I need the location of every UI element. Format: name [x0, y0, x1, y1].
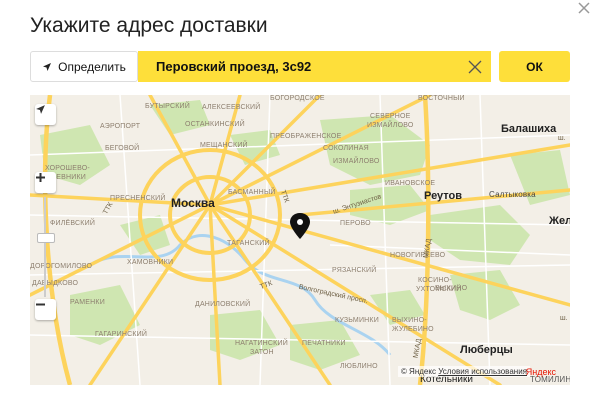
- terms-link[interactable]: Условия использования: [438, 367, 527, 376]
- district-label: НОВОГИРЕЕВО: [390, 252, 446, 259]
- district-label: ТАГАНСКИЙ: [227, 240, 270, 247]
- district-label: ИЗМАЙЛОВО: [367, 122, 414, 129]
- district-label: ХАМОВНИКИ: [127, 259, 174, 266]
- district-label: ДОРОГОМИЛОВО: [30, 263, 93, 270]
- address-input[interactable]: Перовский проезд, 3с92: [138, 51, 491, 82]
- district-label: ИЗМАЙЛОВО: [333, 158, 380, 165]
- district-label: ДАВЫДКОВО: [32, 280, 79, 287]
- road-label-sh: ш.: [560, 315, 568, 322]
- city-label-reutov: Реутов: [424, 190, 463, 202]
- district-label: ЛЮБЛИНО: [340, 363, 378, 370]
- ok-button[interactable]: ОК: [499, 51, 570, 82]
- district-label: Салтыковка: [489, 190, 536, 199]
- zoom-slider-handle[interactable]: [37, 233, 55, 243]
- district-label: БУТЫРСКИЙ: [145, 103, 190, 110]
- district-label: ФИЛЁВСКИЙ: [50, 220, 96, 227]
- district-label: ЖУЛЕБИНО: [392, 326, 434, 333]
- district-label: КУЗЬМИНКИ: [335, 317, 379, 324]
- district-label: РЯЗАНСКИЙ: [332, 267, 377, 274]
- district-label: БЕГОВОЙ: [105, 145, 140, 152]
- district-label: СЕВЕРНОЕ: [370, 113, 411, 120]
- close-x-icon[interactable]: [467, 59, 483, 75]
- geolocate-button[interactable]: [35, 104, 56, 125]
- location-arrow-icon: [43, 62, 52, 71]
- district-label: ПРЕОБРАЖЕНСКОЕ: [270, 133, 342, 140]
- city-label-balashikha: Балашиха: [501, 123, 557, 135]
- district-label: РАМЕНКИ: [70, 299, 105, 306]
- city-label-lyubertsy: Люберцы: [460, 344, 513, 356]
- district-label: СОКОЛИНАЯ: [323, 145, 369, 152]
- address-value: Перовский проезд, 3с92: [156, 59, 312, 74]
- close-icon[interactable]: [576, 0, 592, 16]
- locate-button-label: Определить: [58, 59, 126, 74]
- yandex-logo[interactable]: Яндекс: [526, 367, 556, 377]
- district-label: КОСИНО-: [418, 277, 452, 284]
- zoom-out-button[interactable]: [35, 299, 56, 320]
- district-label: ОСТАНКИНСКИЙ: [185, 121, 245, 128]
- road-label-sh: ш.: [558, 135, 566, 142]
- map-copyright: © Яндекс Условия использования: [397, 366, 530, 377]
- district-label: ДАНИЛОВСКИЙ: [195, 301, 251, 308]
- plus-icon: [36, 173, 45, 182]
- minus-icon: [36, 303, 45, 306]
- district-label: АЭРОПОРТ: [100, 123, 141, 130]
- district-label: МЕЩАНСКИЙ: [200, 142, 248, 149]
- district-label: ХОРОШЕВО-: [45, 165, 90, 172]
- ok-button-label: ОК: [526, 59, 543, 74]
- district-label: ПЕРОВО: [340, 220, 371, 227]
- district-label: УХТОМСКИЙ: [416, 286, 462, 293]
- location-arrow-icon: [36, 105, 45, 114]
- district-label: ИВАНОВСКОЕ: [385, 180, 436, 187]
- yandex-logo-text: Яндекс: [525, 367, 556, 377]
- zoom-slider-track[interactable]: [44, 197, 46, 297]
- city-label-zhel: Жел: [549, 215, 570, 227]
- copyright-text: © Яндекс: [400, 367, 436, 376]
- district-label: АЛЕКСЕЕВСКИЙ: [202, 104, 261, 111]
- district-label: ЗАТОН: [250, 349, 274, 356]
- map-view[interactable]: Москва Балашиха Реутов Люберцы Жел Котел…: [30, 95, 570, 385]
- locate-button[interactable]: Определить: [30, 51, 138, 82]
- district-label: БОГОРОДСКОЕ: [270, 95, 325, 102]
- city-label-moscow: Москва: [171, 196, 215, 210]
- district-label: ПЕЧАТНИКИ: [302, 340, 346, 347]
- dialog-title: Укажите адрес доставки: [30, 14, 268, 37]
- district-label: ВЫХИНО-: [392, 317, 427, 324]
- zoom-in-button[interactable]: [35, 172, 56, 193]
- district-label: ГАГАРИНСКИЙ: [95, 331, 148, 338]
- district-label: НАГАТИНСКИЙ: [235, 340, 288, 347]
- district-label: БАСМАННЫЙ: [228, 189, 276, 196]
- district-label: ПРЕСНЕНСКИЙ: [110, 195, 166, 202]
- district-label: ВОСТОЧНЫЙ: [418, 95, 465, 102]
